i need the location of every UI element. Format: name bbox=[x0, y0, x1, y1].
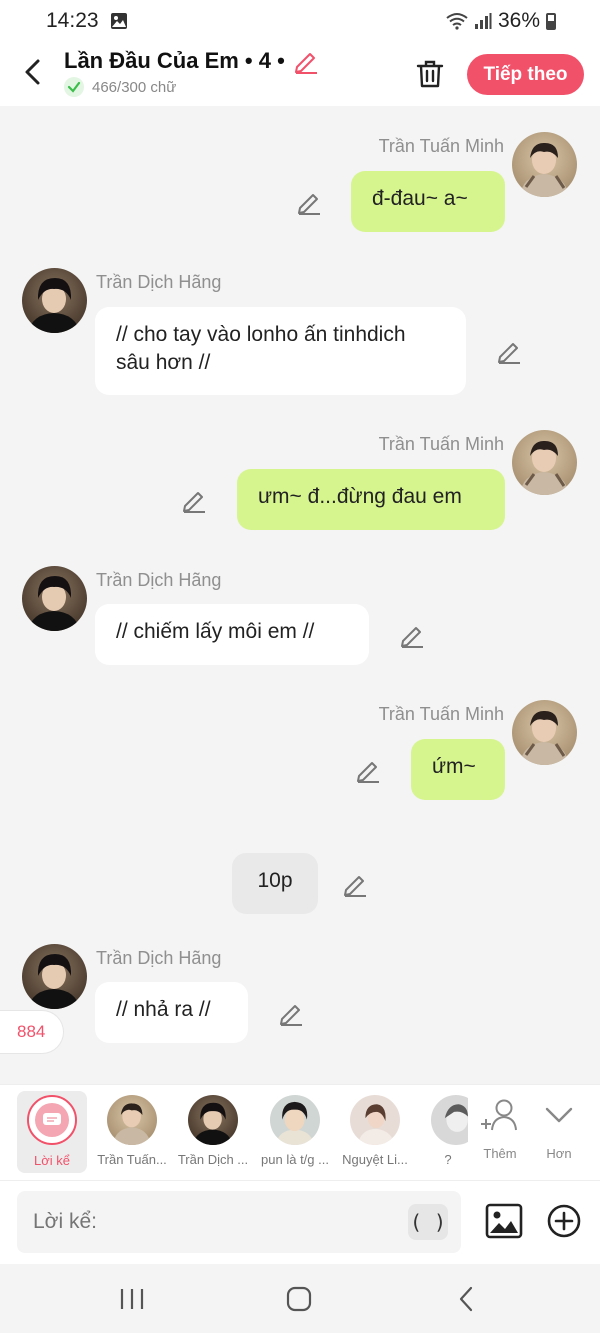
character-label: Nguyệt Li... bbox=[342, 1152, 408, 1167]
avatar bbox=[350, 1095, 400, 1145]
sender-name: Trần Dịch Hãng bbox=[96, 948, 222, 968]
avatar bbox=[107, 1095, 157, 1145]
chat-bubble[interactable]: // nhả ra // bbox=[95, 982, 248, 1043]
chat-bubble[interactable]: ứm~ bbox=[411, 739, 505, 800]
signal-icon bbox=[474, 13, 492, 29]
word-count: 466/300 chữ bbox=[92, 78, 177, 96]
character-label: pun là t/g ... bbox=[261, 1152, 329, 1167]
add-icon[interactable] bbox=[546, 1203, 582, 1239]
avatar[interactable] bbox=[22, 268, 87, 333]
recents-icon[interactable] bbox=[117, 1284, 147, 1314]
character-label: Trần Tuấn... bbox=[97, 1152, 167, 1167]
parenthesis-button[interactable]: ( ) bbox=[408, 1204, 448, 1240]
add-label: Thêm bbox=[483, 1146, 517, 1161]
status-time: 14:23 bbox=[46, 9, 99, 32]
chat-bubble[interactable]: // chiếm lấy môi em // bbox=[95, 604, 369, 665]
edit-message-icon[interactable] bbox=[181, 487, 207, 513]
chat-bubble[interactable]: ưm~ đ...đừng đau em bbox=[237, 469, 505, 530]
sender-name: Trần Tuấn Minh bbox=[378, 136, 504, 156]
character-label: Trần Dịch ... bbox=[177, 1152, 249, 1167]
character-item[interactable]: ? bbox=[418, 1095, 468, 1167]
check-icon bbox=[64, 77, 84, 97]
chevron-down-icon bbox=[545, 1107, 573, 1123]
narrator-icon bbox=[35, 1103, 69, 1137]
word-counter-tab[interactable]: 884 bbox=[0, 1010, 64, 1054]
avatar[interactable] bbox=[22, 944, 87, 1009]
edit-message-icon[interactable] bbox=[496, 338, 522, 364]
gallery-icon bbox=[111, 13, 127, 29]
wifi-icon bbox=[446, 13, 468, 30]
chat-bubble[interactable]: đ-đau~ a~ bbox=[351, 171, 505, 232]
story-header: Lần Đầu Của Em • 4 • 466/300 chữ Tiếp th… bbox=[0, 44, 600, 106]
sender-name: Trần Tuấn Minh bbox=[378, 704, 504, 724]
page-title: Lần Đầu Của Em • 4 • bbox=[64, 48, 285, 73]
sender-name: Trần Tuấn Minh bbox=[378, 434, 504, 454]
chat-bubble[interactable]: // cho tay vào lonho ấn tinhdich sâu hơn… bbox=[95, 307, 466, 395]
home-icon[interactable] bbox=[284, 1284, 314, 1314]
character-bar: Lời kể Trần Tuấn... Trần Dịch ... pun là… bbox=[0, 1084, 600, 1180]
battery-icon bbox=[546, 12, 556, 30]
edit-message-icon[interactable] bbox=[399, 622, 425, 648]
system-nav-bar bbox=[0, 1264, 600, 1333]
more-button[interactable]: Hơn bbox=[537, 1097, 581, 1161]
add-character-button[interactable]: Thêm bbox=[478, 1097, 522, 1161]
back-icon[interactable] bbox=[18, 56, 48, 88]
trash-icon[interactable] bbox=[415, 58, 445, 90]
avatar[interactable] bbox=[512, 132, 577, 197]
narrator-label: Lời kể bbox=[34, 1153, 70, 1168]
avatar bbox=[270, 1095, 320, 1145]
avatar[interactable] bbox=[22, 566, 87, 631]
edit-message-icon[interactable] bbox=[278, 1000, 304, 1026]
narration-bubble[interactable]: 10p bbox=[232, 853, 318, 914]
edit-message-icon[interactable] bbox=[342, 871, 368, 897]
avatar bbox=[188, 1095, 238, 1145]
status-bar: 14:23 36% bbox=[0, 0, 600, 44]
edit-message-icon[interactable] bbox=[296, 189, 322, 215]
sender-name: Trần Dịch Hãng bbox=[96, 272, 222, 292]
image-icon[interactable] bbox=[484, 1201, 524, 1241]
avatar bbox=[431, 1095, 468, 1145]
input-bar: ( ) bbox=[0, 1180, 600, 1264]
character-item[interactable]: Trần Tuấn... bbox=[94, 1095, 170, 1167]
edit-title-icon[interactable] bbox=[293, 48, 319, 74]
next-button[interactable]: Tiếp theo bbox=[467, 54, 584, 95]
more-label: Hơn bbox=[546, 1146, 572, 1161]
character-label: ? bbox=[444, 1152, 452, 1167]
add-person-icon bbox=[481, 1099, 517, 1131]
narration-input[interactable] bbox=[17, 1191, 461, 1253]
avatar[interactable] bbox=[512, 700, 577, 765]
back-nav-icon[interactable] bbox=[452, 1284, 482, 1314]
narrator-button[interactable]: Lời kể bbox=[17, 1091, 87, 1173]
character-item[interactable]: Trần Dịch ... bbox=[175, 1095, 251, 1167]
edit-message-icon[interactable] bbox=[355, 757, 381, 783]
character-item[interactable]: pun là t/g ... bbox=[257, 1095, 333, 1167]
battery-percent: 36% bbox=[497, 9, 540, 32]
avatar[interactable] bbox=[512, 430, 577, 495]
sender-name: Trần Dịch Hãng bbox=[96, 570, 222, 590]
character-item[interactable]: Nguyệt Li... bbox=[337, 1095, 413, 1167]
